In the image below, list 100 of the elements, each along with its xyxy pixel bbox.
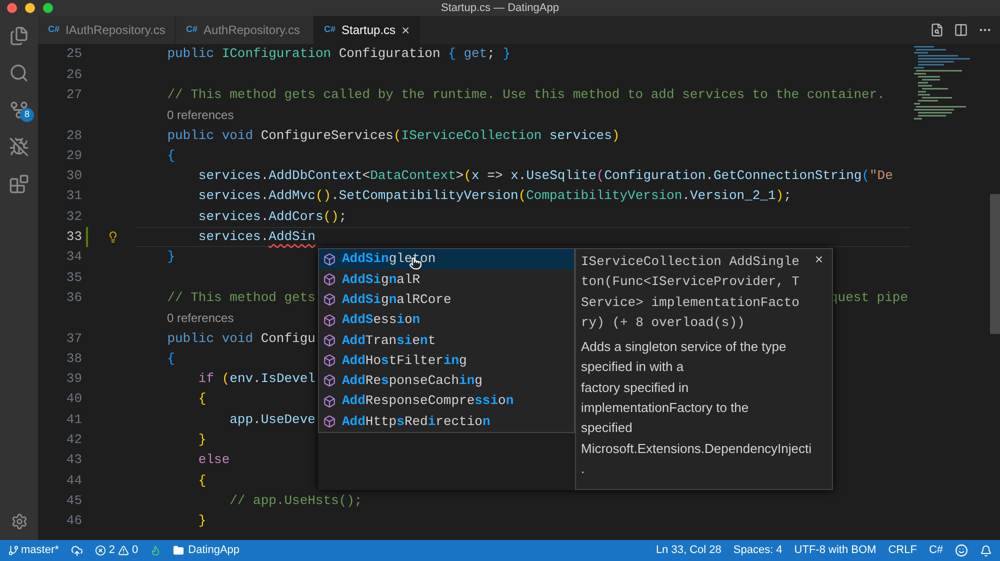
indentation-setting[interactable]: Spaces: 4 (733, 542, 782, 559)
code-line: app.UseDeve (228, 410, 316, 429)
notification-badge: 8 (20, 108, 34, 122)
line-number: 30 (65, 167, 82, 186)
line-number: 25 (65, 45, 82, 64)
code-line: // This method gets (166, 288, 316, 307)
code-lens[interactable]: 0 references (167, 106, 234, 124)
code-line: } (197, 431, 206, 450)
explorer-icon[interactable] (9, 26, 29, 46)
branch-icon (8, 545, 19, 556)
cursor-position[interactable]: Ln 33, Col 28 (656, 542, 722, 559)
line-number: 44 (65, 472, 82, 490)
line-number: 39 (65, 370, 82, 388)
method-icon (323, 314, 336, 327)
line-number: 29 (65, 146, 82, 165)
maximize-window-button[interactable] (43, 3, 53, 13)
line-ending-setting[interactable]: CRLF (888, 542, 917, 559)
method-icon (323, 354, 336, 368)
code-line: services.AddSin (197, 228, 316, 246)
editor-tab[interactable]: C# AuthRepository.cs (176, 16, 314, 44)
folder-icon (173, 545, 184, 556)
csharp-file-label: C# (324, 23, 336, 36)
doc-text: implementationFactory to the (581, 399, 750, 418)
suggestion-item[interactable]: AddResponseCaching (319, 370, 574, 392)
problems-indicator[interactable]: 2 0 (94, 542, 138, 559)
method-icon (323, 252, 336, 266)
debug-icon[interactable] (9, 137, 29, 157)
code-line: } (197, 512, 206, 530)
project-name: DatingApp (188, 543, 240, 558)
suggestion-item[interactable]: AddHostFiltering (319, 350, 574, 371)
preview-icon[interactable] (930, 23, 944, 37)
signature-text: IServiceCollection AddSingle (581, 253, 800, 271)
encoding-setting[interactable]: UTF-8 with BOM (794, 542, 876, 559)
close-tab-button[interactable]: × (402, 20, 410, 40)
warning-icon (118, 545, 130, 556)
method-icon (323, 415, 336, 428)
suggestion-item[interactable]: AddTransient (319, 330, 574, 350)
method-icon (323, 394, 336, 408)
split-editor-icon[interactable] (954, 23, 968, 37)
line-number: 40 (65, 390, 82, 408)
code-lens[interactable]: 0 references (167, 309, 234, 327)
line-number: 26 (65, 66, 82, 84)
search-icon[interactable] (9, 63, 29, 83)
line-number: 32 (65, 208, 82, 226)
method-icon (323, 334, 336, 347)
suggestion-item[interactable]: AddSignalR (319, 269, 574, 290)
lightbulb-icon[interactable] (107, 230, 119, 243)
doc-text: factory specified in (581, 378, 690, 397)
code-line: services.AddMvc().SetCompatibilityVersion(CompatibilityVersion.Version_2_1); (197, 187, 792, 206)
doc-text: . (581, 460, 586, 478)
project-indicator[interactable]: DatingApp (173, 542, 240, 559)
line-number: 43 (65, 451, 82, 470)
code-line: { (197, 472, 206, 490)
settings-icon[interactable] (10, 513, 28, 530)
editor-tab[interactable]: C# Startup.cs × (314, 16, 420, 44)
method-icon (323, 272, 336, 286)
line-number: 41 (65, 410, 82, 429)
code-line: public void Configu (166, 330, 316, 348)
line-number: 34 (65, 248, 82, 266)
suggestion-item[interactable]: AddSignalRCore (319, 290, 574, 310)
signature-text: ry) (+ 8 overload(s)) (581, 314, 746, 332)
line-number: 31 (65, 187, 82, 206)
flame-icon[interactable] (150, 545, 162, 556)
sync-icon[interactable] (70, 544, 83, 556)
line-number: 27 (65, 86, 82, 104)
code-line: services.AddDbContext<DataContext>(x => x.UseSqlite(Configuration.GetConnectionString("De (197, 167, 893, 186)
line-number: 37 (65, 330, 82, 348)
line-number: 46 (65, 512, 82, 530)
extensions-icon[interactable] (9, 174, 29, 194)
feedback-icon[interactable] (955, 544, 968, 557)
code-line: if (env.IsDevel (197, 370, 316, 388)
notifications-icon[interactable] (980, 544, 992, 556)
doc-text: specified in with a (581, 358, 685, 376)
line-number: 45 (65, 492, 82, 510)
code-line: services.AddCors(); (197, 208, 347, 226)
editor-tab[interactable]: C# IAuthRepository.cs (38, 16, 176, 44)
scrollbar-thumb[interactable] (990, 194, 1000, 334)
source-control-icon[interactable] (9, 100, 29, 120)
suggestion-item[interactable]: AddSession (319, 310, 574, 330)
csharp-file-label: C# (48, 23, 60, 36)
suggestion-item[interactable]: AddResponseCompression (319, 391, 574, 412)
code-line: // This method gets called by the runtime. Use this method to add services to the container. (166, 86, 885, 104)
minimize-window-button[interactable] (25, 3, 35, 13)
close-details-button[interactable]: × (814, 252, 827, 334)
branch-name: master* (21, 543, 59, 558)
line-number: 42 (65, 431, 82, 450)
branch-indicator[interactable]: master* (8, 542, 59, 559)
close-window-button[interactable] (7, 3, 17, 13)
code-line: else (197, 451, 230, 470)
suggestion-item[interactable]: AddHttpsRedirection (319, 411, 574, 432)
doc-text: specified (581, 419, 634, 438)
suggestion-item[interactable]: AddSingleton (319, 249, 574, 270)
code-line: // app.UseHsts(); (228, 492, 362, 510)
language-mode[interactable]: C# (928, 542, 943, 559)
signature-text: ton(Func<IServiceProvider, T (581, 273, 800, 292)
code-line: public void ConfigureServices(IServiceCollection services) (166, 126, 620, 145)
code-line: { (166, 350, 176, 368)
error-count: 2 (108, 543, 116, 558)
line-number: 33 (65, 228, 82, 246)
line-number: 35 (65, 268, 82, 287)
